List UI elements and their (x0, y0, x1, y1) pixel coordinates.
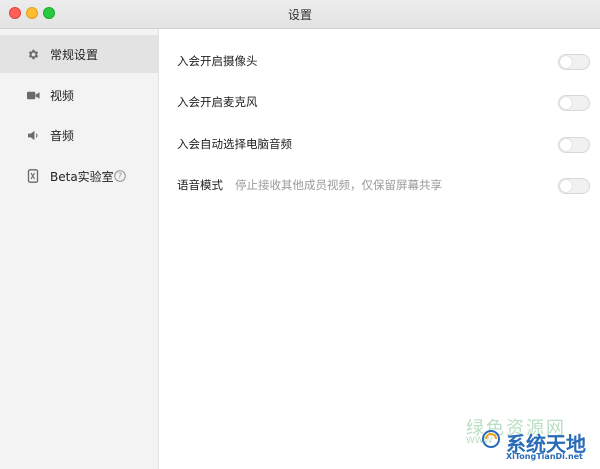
watermark-logo-icon (482, 430, 500, 448)
sidebar-item-label: Beta实验室 (50, 169, 114, 184)
sidebar-item-label: 常规设置 (50, 47, 99, 62)
setting-row-camera: 入会开启摄像头 (177, 51, 592, 71)
sidebar-item-general[interactable]: 常规设置 (0, 35, 158, 73)
setting-label: 入会开启麦克风 (177, 95, 258, 109)
gear-icon (26, 47, 40, 61)
video-camera-icon (26, 88, 40, 102)
sidebar-item-beta-lab[interactable]: Beta实验室 ? (0, 157, 158, 195)
sidebar-item-label: 音频 (50, 128, 75, 143)
sidebar-item-label: 视频 (50, 88, 75, 103)
sidebar-item-audio[interactable]: 音频 (0, 116, 158, 154)
flask-icon (26, 169, 40, 183)
title-bar: 设置 (0, 0, 600, 29)
setting-row-computer-audio: 入会自动选择电脑音频 (177, 134, 592, 154)
help-circle-icon[interactable]: ? (114, 170, 126, 182)
settings-content: 入会开启摄像头 入会开启麦克风 入会自动选择电脑音频 语音模式 停止接收其他成员… (159, 29, 600, 469)
computer-audio-toggle[interactable] (558, 137, 590, 153)
setting-description: 停止接收其他成员视频，仅保留屏幕共享 (235, 178, 442, 192)
site-watermark: 绿色资源网 WWW 系统天地 XiTongTianDi.net (460, 412, 600, 469)
window-title: 设置 (287, 8, 312, 22)
settings-window: 设置 常规设置 视频 音频 Beta实验室 ? 入会开启摄像头 入会开启麦克风 … (0, 0, 600, 469)
setting-label: 入会开启摄像头 (177, 54, 258, 68)
setting-row-voice-mode: 语音模式 停止接收其他成员视频，仅保留屏幕共享 (177, 175, 592, 195)
microphone-toggle[interactable] (558, 95, 590, 111)
sidebar-item-video[interactable]: 视频 (0, 76, 158, 114)
setting-label: 语音模式 (177, 178, 223, 192)
watermark-url: XiTongTianDi.net (506, 452, 583, 461)
svg-text:?: ? (118, 172, 122, 181)
sidebar: 常规设置 视频 音频 Beta实验室 ? (0, 29, 159, 469)
speaker-icon (26, 128, 40, 142)
setting-label: 入会自动选择电脑音频 (177, 137, 292, 151)
voice-mode-toggle[interactable] (558, 178, 590, 194)
camera-toggle[interactable] (558, 54, 590, 70)
setting-row-microphone: 入会开启麦克风 (177, 92, 592, 112)
